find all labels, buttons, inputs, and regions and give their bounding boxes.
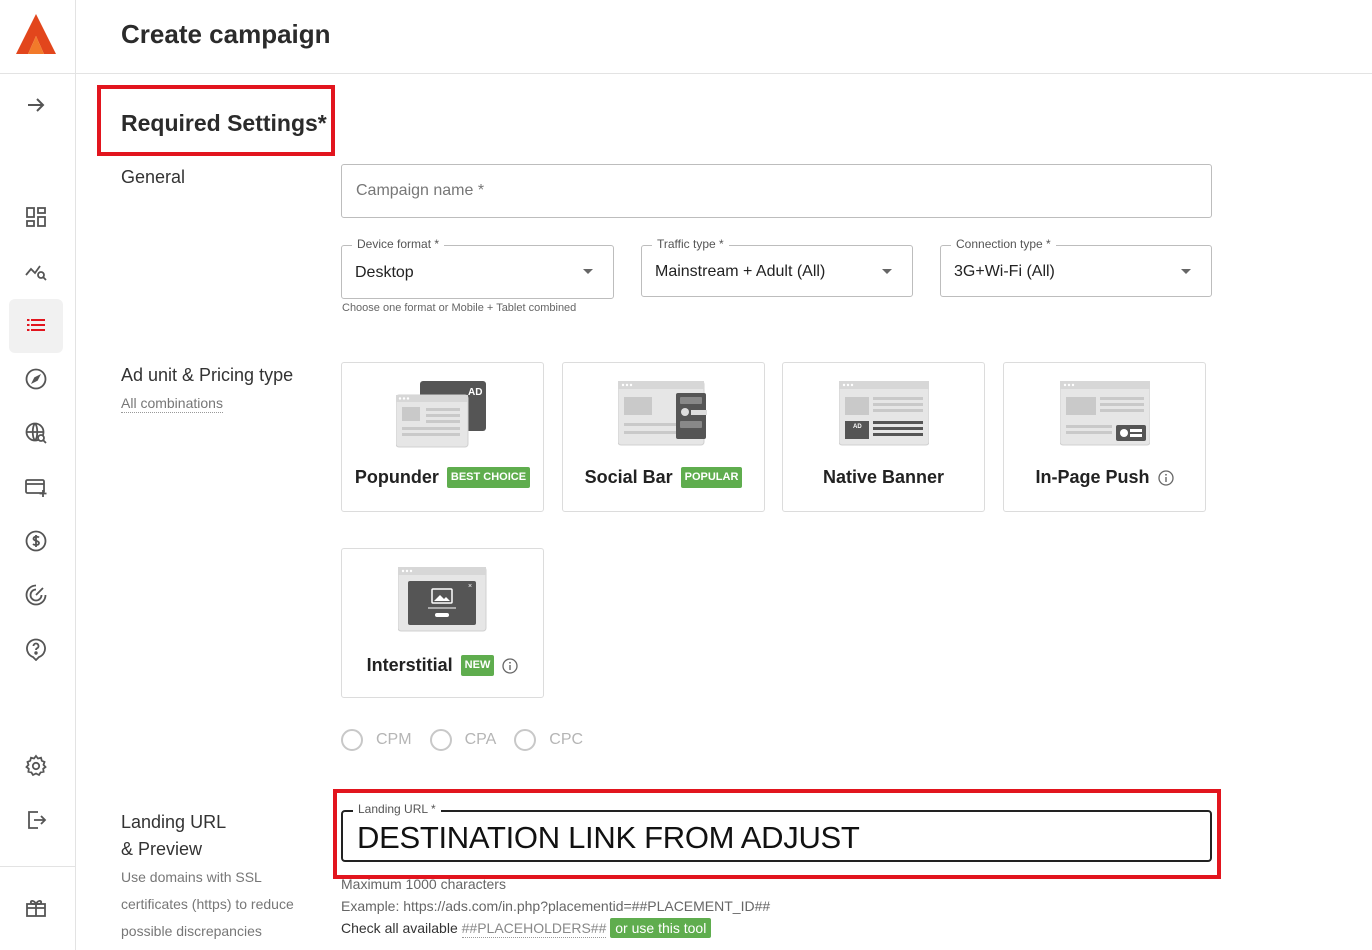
new-badge: NEW (460, 655, 495, 676)
target-icon[interactable] (18, 577, 54, 613)
chevron-down-icon (1181, 269, 1191, 274)
popular-badge: POPULAR (680, 467, 743, 488)
popunder-illustration-icon: AD (395, 381, 486, 448)
landing-url-highlight (333, 789, 1221, 879)
card-title: Popunder (354, 467, 439, 487)
device-format-select[interactable]: Device format * Desktop (341, 237, 614, 299)
help-icon[interactable] (18, 631, 54, 667)
campaigns-list-icon[interactable] (18, 307, 54, 343)
native-ad-tag: AD (853, 424, 862, 430)
check-prefix: Check all available (341, 920, 458, 936)
svg-text:×: × (468, 583, 472, 590)
max-chars-text: Maximum 1000 characters (341, 876, 506, 892)
page-title: Create campaign (121, 19, 331, 49)
card-title: Social Bar (584, 467, 673, 487)
landing-desc-1: Use domains with SSL (121, 869, 262, 885)
popunder-ad-tag: AD (468, 387, 482, 398)
device-format-hint: Choose one format or Mobile + Tablet com… (342, 302, 577, 314)
placeholders-link[interactable]: ##PLACEHOLDERS## (461, 920, 607, 938)
section-title: Required Settings* (121, 110, 327, 136)
radio-circle (514, 729, 537, 751)
expand-arrow-icon[interactable] (18, 87, 54, 123)
chevron-down-icon (882, 269, 892, 274)
dollar-icon[interactable] (18, 523, 54, 559)
connection-type-value: 3G+Wi-Fi (All) (954, 263, 1055, 280)
general-label: General (121, 167, 186, 187)
use-tool-button[interactable]: or use this tool (610, 918, 712, 938)
landing-preview-label: & Preview (121, 839, 203, 859)
page-header: Create campaign (76, 0, 1372, 74)
social-bar-illustration-icon (617, 381, 707, 446)
info-icon[interactable] (502, 657, 518, 674)
card-title: In-Page Push (1035, 467, 1150, 487)
statistics-icon[interactable] (18, 253, 54, 289)
radio-circle (429, 729, 452, 751)
all-combinations-link[interactable]: All combinations (121, 395, 223, 413)
pricing-type-radios: CPM CPA CPC (341, 729, 601, 751)
ad-unit-label: Ad unit & Pricing type (121, 365, 294, 385)
placeholders-row: Check all available ##PLACEHOLDERS## or … (341, 918, 712, 938)
pricing-label: CPM (376, 731, 412, 748)
sidebar (0, 0, 76, 950)
gift-icon[interactable] (18, 889, 54, 925)
in-page-push-illustration-icon (1059, 381, 1150, 446)
connection-type-select[interactable]: Connection type * 3G+Wi-Fi (All) (940, 237, 1212, 297)
search-globe-icon[interactable] (18, 415, 54, 451)
card-title: Native Banner (822, 467, 945, 487)
landing-desc-3: possible discrepancies (121, 923, 262, 939)
traffic-type-label: Traffic type * (652, 237, 729, 251)
interstitial-illustration-icon: × (397, 567, 486, 632)
pricing-label: CPA (464, 731, 497, 748)
dashboard-icon[interactable] (18, 199, 54, 235)
logout-icon[interactable] (18, 802, 54, 838)
add-payment-icon[interactable] (18, 469, 54, 505)
best-choice-badge: BEST CHOICE (446, 467, 531, 488)
adsterra-logo[interactable] (14, 12, 58, 56)
card-title: Interstitial (366, 655, 453, 675)
pricing-radio-cpc[interactable]: CPC (514, 729, 583, 751)
ad-unit-card-social-bar[interactable]: Social Bar POPULAR (562, 362, 765, 512)
settings-icon[interactable] (18, 748, 54, 784)
pricing-radio-cpa[interactable]: CPA (429, 729, 497, 751)
device-format-label: Device format * (352, 237, 445, 251)
landing-url-label: Landing URL (121, 812, 227, 832)
connection-type-label: Connection type * (951, 237, 1056, 251)
example-text: Example: https://ads.com/in.php?placemen… (341, 898, 771, 914)
ad-unit-card-native-banner[interactable]: AD Native Banner (782, 362, 985, 512)
info-icon[interactable] (1157, 469, 1174, 486)
campaign-name-input[interactable]: Campaign name * (341, 164, 1212, 218)
ad-unit-card-interstitial[interactable]: × Interstitial NEW (341, 548, 544, 698)
pricing-label: CPC (549, 731, 584, 748)
ad-unit-card-popunder[interactable]: AD Popunder BEST CHOICE (341, 362, 544, 512)
native-banner-illustration-icon: AD (838, 381, 929, 446)
traffic-type-select[interactable]: Traffic type * Mainstream + Adult (All) (641, 237, 913, 297)
radio-circle (341, 729, 363, 751)
chevron-down-icon (583, 269, 593, 274)
device-format-value: Desktop (355, 264, 414, 281)
traffic-type-value: Mainstream + Adult (All) (655, 263, 826, 280)
ad-unit-card-in-page-push[interactable]: In-Page Push (1003, 362, 1206, 512)
landing-desc-2: certificates (https) to reduce (121, 896, 294, 912)
compass-icon[interactable] (18, 361, 54, 397)
campaign-name-placeholder: Campaign name * (356, 182, 485, 199)
pricing-radio-cpm[interactable]: CPM (341, 729, 412, 751)
